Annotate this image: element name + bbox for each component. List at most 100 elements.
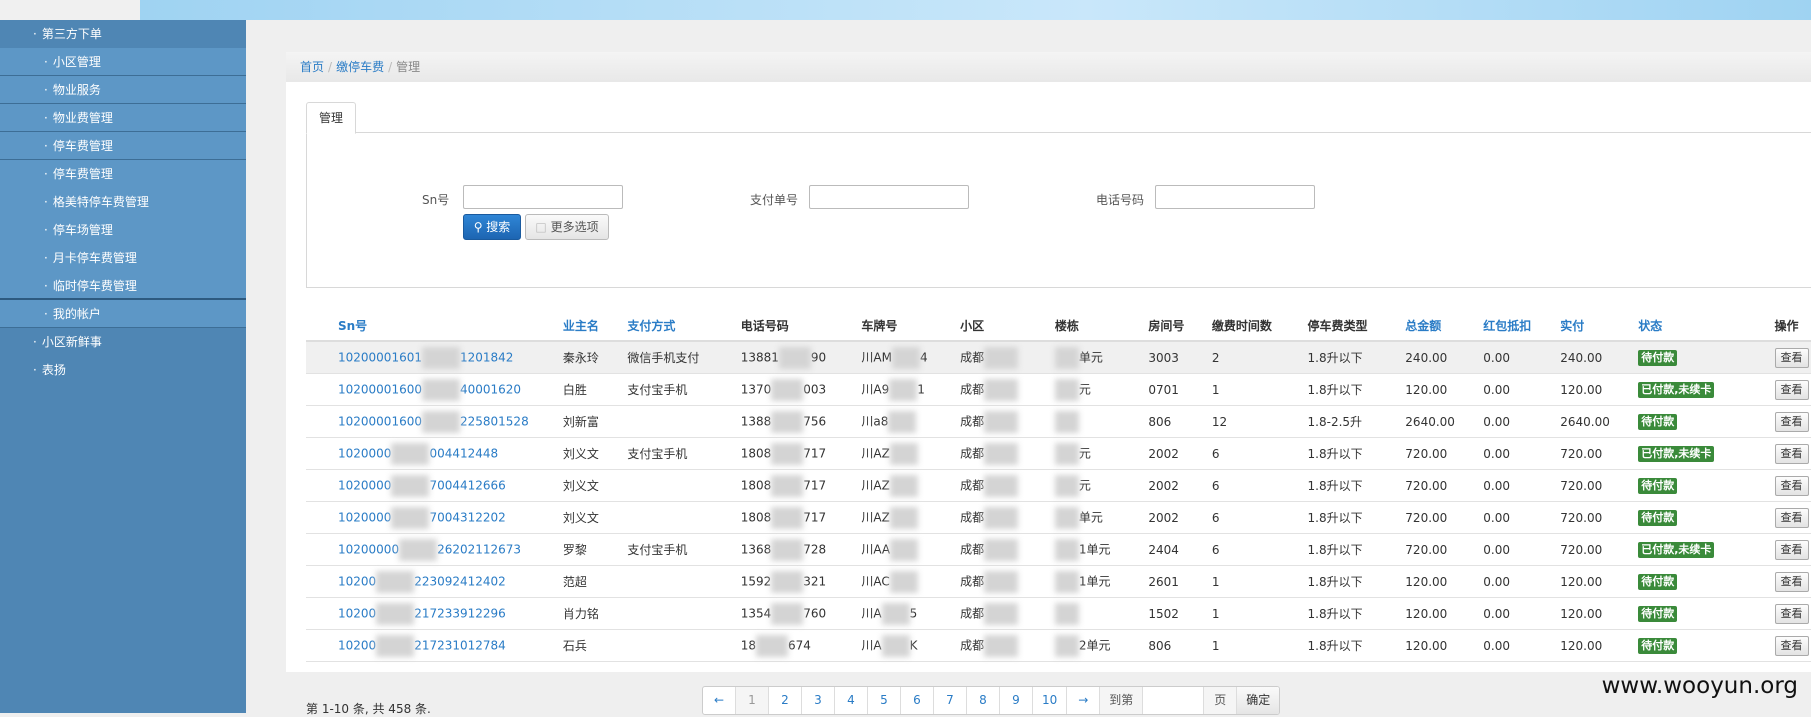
more-options-button[interactable]: □ 更多选项 (525, 214, 609, 240)
building-cell: 元 (1055, 470, 1149, 502)
sidebar-item[interactable]: ·小区新鲜事 (0, 328, 246, 356)
view-button[interactable]: 查看 (1775, 476, 1809, 496)
page-button[interactable]: 1 (736, 687, 769, 714)
sn-cell[interactable]: 10200217231012784 (306, 630, 563, 662)
sn-cell[interactable]: 10200217233912296 (306, 598, 563, 630)
view-button[interactable]: 查看 (1775, 636, 1809, 656)
view-button[interactable]: 查看 (1775, 572, 1809, 592)
owner-cell: 秦永玲 (563, 341, 627, 374)
column-header[interactable]: 状态 (1638, 310, 1774, 341)
sn-cell[interactable]: 10200007004312202 (306, 502, 563, 534)
sidebar-item[interactable]: ·物业费管理 (0, 104, 246, 132)
owner-cell: 刘新富 (563, 406, 627, 438)
next-page-button[interactable]: → (1067, 687, 1100, 714)
column-header[interactable]: 实付 (1560, 310, 1638, 341)
redpack-cell: 0.00 (1483, 406, 1560, 438)
paid-cell: 720.00 (1560, 470, 1638, 502)
column-header: 操作 (1775, 310, 1811, 341)
status-badge: 待付款 (1638, 510, 1677, 526)
goto-page-input[interactable] (1143, 687, 1204, 714)
sidebar-item[interactable]: ·临时停车费管理 (0, 272, 246, 300)
pay-method-cell (627, 470, 740, 502)
view-button[interactable]: 查看 (1775, 444, 1809, 464)
prev-page-button[interactable]: ← (703, 687, 736, 714)
community-cell: 成都 (960, 630, 1055, 662)
column-header[interactable]: 业主名 (563, 310, 627, 341)
page-button[interactable]: 3 (802, 687, 835, 714)
redpack-cell: 0.00 (1483, 502, 1560, 534)
redacted-area (391, 443, 429, 465)
sn-cell[interactable]: 1020000160040001620 (306, 374, 563, 406)
action-cell: 查看 (1775, 341, 1811, 374)
building-cell: 2单元 (1055, 630, 1149, 662)
tab-manage[interactable]: 管理 (306, 102, 356, 134)
sidebar-item[interactable]: ·停车费管理 (0, 132, 246, 160)
status-badge: 已付款,未续卡 (1638, 446, 1714, 462)
sn-cell[interactable]: 102000016011201842 (306, 341, 563, 374)
column-header: 缴费时间数 (1212, 310, 1308, 341)
confirm-button[interactable]: 确定 (1237, 687, 1279, 714)
action-cell: 查看 (1775, 470, 1811, 502)
view-button[interactable]: 查看 (1775, 604, 1809, 624)
total-cell: 120.00 (1405, 630, 1483, 662)
community-cell: 成都 (960, 534, 1055, 566)
sn-cell[interactable]: 10200001600225801528 (306, 406, 563, 438)
sidebar-item[interactable]: ·我的帐户 (0, 300, 246, 328)
status-badge: 待付款 (1638, 478, 1677, 494)
view-button[interactable]: 查看 (1775, 540, 1809, 560)
phone-input[interactable] (1155, 185, 1315, 209)
plate-cell: 川A5 (861, 598, 960, 630)
view-button[interactable]: 查看 (1775, 508, 1809, 528)
view-button[interactable]: 查看 (1775, 380, 1809, 400)
sn-input[interactable] (463, 185, 623, 209)
redacted-area (1055, 539, 1079, 561)
redacted-area (771, 475, 803, 497)
sn-cell[interactable]: 10200223092412402 (306, 566, 563, 598)
months-cell: 1 (1212, 598, 1308, 630)
page-button[interactable]: 6 (901, 687, 934, 714)
column-header[interactable]: 支付方式 (627, 310, 740, 341)
owner-cell: 刘义文 (563, 470, 627, 502)
redpack-cell: 0.00 (1483, 438, 1560, 470)
sidebar-item[interactable]: ·小区管理 (0, 48, 246, 76)
action-cell: 查看 (1775, 566, 1811, 598)
sidebar-item[interactable]: ·月卡停车费管理 (0, 244, 246, 272)
column-header[interactable]: 总金额 (1405, 310, 1483, 341)
sidebar-item[interactable]: ·格美特停车费管理 (0, 188, 246, 216)
room-cell: 2404 (1148, 534, 1211, 566)
page-button[interactable]: 2 (769, 687, 802, 714)
view-button[interactable]: 查看 (1775, 348, 1809, 368)
page-button[interactable]: 4 (835, 687, 868, 714)
sidebar-item[interactable]: ·停车场管理 (0, 216, 246, 244)
owner-cell: 石兵 (563, 630, 627, 662)
pay-method-cell (627, 502, 740, 534)
checkbox-icon: □ (535, 220, 546, 234)
column-header[interactable]: Sn号 (306, 310, 563, 341)
column-header[interactable]: 红包抵扣 (1483, 310, 1560, 341)
column-header: 小区 (960, 310, 1055, 341)
page-button[interactable]: 8 (967, 687, 1000, 714)
page-button[interactable]: 9 (1000, 687, 1033, 714)
owner-cell: 肖力铭 (563, 598, 627, 630)
sidebar-item-label: 第三方下单 (42, 27, 102, 41)
sidebar-item[interactable]: ·停车费管理 (0, 160, 246, 188)
view-button[interactable]: 查看 (1775, 412, 1809, 432)
sidebar-item[interactable]: ·物业服务 (0, 76, 246, 104)
community-cell: 成都 (960, 470, 1055, 502)
redacted-area (399, 539, 437, 561)
page-button[interactable]: 5 (868, 687, 901, 714)
fee-type-cell: 1.8-2.5升 (1308, 406, 1406, 438)
pay-number-input[interactable] (809, 185, 969, 209)
sn-cell[interactable]: 1020000004412448 (306, 438, 563, 470)
sidebar-item[interactable]: ·第三方下单 (0, 20, 246, 48)
column-header: 楼栋 (1055, 310, 1149, 341)
sn-cell[interactable]: 10200007004412666 (306, 470, 563, 502)
breadcrumb-home[interactable]: 首页 (300, 60, 324, 74)
search-button[interactable]: ⚲ 搜索 (463, 214, 521, 240)
page-button[interactable]: 7 (934, 687, 967, 714)
breadcrumb-section[interactable]: 缴停车费 (336, 60, 384, 74)
sidebar-item[interactable]: ·表扬 (0, 356, 246, 384)
page-button[interactable]: 10 (1033, 687, 1067, 714)
plate-cell: 川AA (861, 534, 960, 566)
sn-cell[interactable]: 1020000026202112673 (306, 534, 563, 566)
